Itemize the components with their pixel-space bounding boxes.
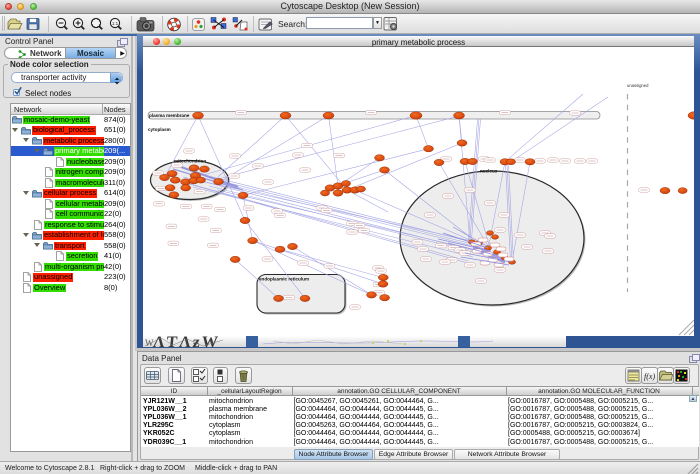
svg-text:endoplasmic reticulum: endoplasmic reticulum [259,277,309,282]
svg-text:f(x): f(x) [644,372,655,381]
svg-text:plasma membrane: plasma membrane [149,113,190,118]
svg-text:cytoplasm: cytoplasm [148,127,171,132]
svg-text:1:1: 1:1 [112,21,119,26]
svg-text:nucleus: nucleus [480,169,498,174]
svg-text:Search:: Search: [278,19,307,29]
svg-text:unassigned: unassigned [627,83,649,88]
